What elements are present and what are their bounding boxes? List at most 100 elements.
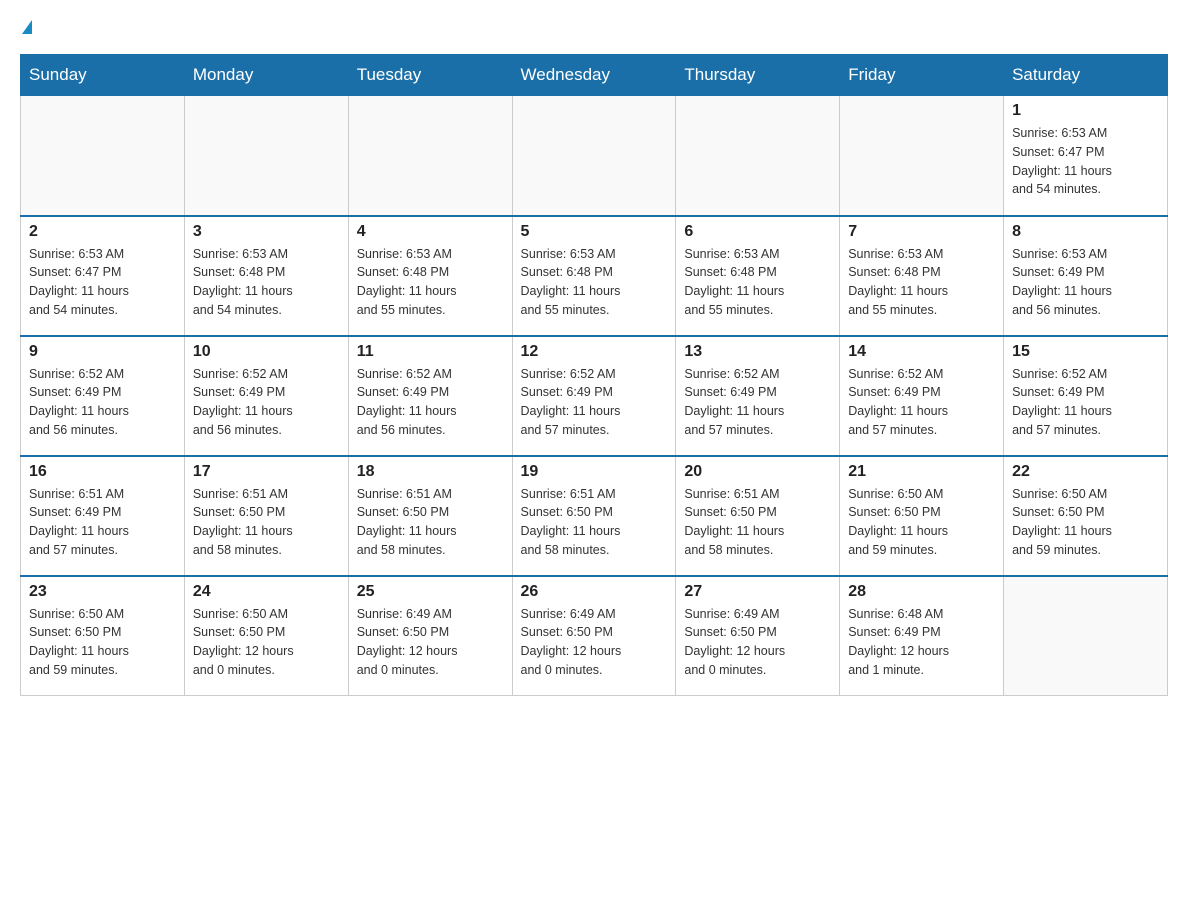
day-info: Sunrise: 6:53 AM Sunset: 6:48 PM Dayligh… [848, 245, 995, 320]
day-number: 1 [1012, 102, 1159, 120]
day-number: 18 [357, 463, 504, 481]
day-number: 23 [29, 583, 176, 601]
day-info: Sunrise: 6:51 AM Sunset: 6:50 PM Dayligh… [521, 485, 668, 560]
day-info: Sunrise: 6:52 AM Sunset: 6:49 PM Dayligh… [848, 365, 995, 440]
calendar-day-cell: 24 Sunrise: 6:50 AM Sunset: 6:50 PM Dayli… [184, 576, 348, 696]
day-info: Sunrise: 6:53 AM Sunset: 6:48 PM Dayligh… [357, 245, 504, 320]
calendar-day-cell: 16 Sunrise: 6:51 AM Sunset: 6:49 PM Dayli… [21, 456, 185, 576]
calendar-week-row: 1 Sunrise: 6:53 AM Sunset: 6:47 PM Daylig… [21, 96, 1168, 216]
day-of-week-header: Sunday [21, 55, 185, 96]
day-info: Sunrise: 6:53 AM Sunset: 6:48 PM Dayligh… [521, 245, 668, 320]
day-number: 21 [848, 463, 995, 481]
day-info: Sunrise: 6:52 AM Sunset: 6:49 PM Dayligh… [193, 365, 340, 440]
calendar-day-cell [348, 96, 512, 216]
calendar-day-cell: 18 Sunrise: 6:51 AM Sunset: 6:50 PM Dayli… [348, 456, 512, 576]
calendar-day-cell: 14 Sunrise: 6:52 AM Sunset: 6:49 PM Dayli… [840, 336, 1004, 456]
calendar-day-cell: 19 Sunrise: 6:51 AM Sunset: 6:50 PM Dayli… [512, 456, 676, 576]
day-number: 9 [29, 343, 176, 361]
day-info: Sunrise: 6:51 AM Sunset: 6:50 PM Dayligh… [684, 485, 831, 560]
calendar-day-cell [512, 96, 676, 216]
day-number: 14 [848, 343, 995, 361]
day-of-week-header: Saturday [1004, 55, 1168, 96]
day-number: 16 [29, 463, 176, 481]
calendar-week-row: 9 Sunrise: 6:52 AM Sunset: 6:49 PM Daylig… [21, 336, 1168, 456]
calendar-day-cell: 15 Sunrise: 6:52 AM Sunset: 6:49 PM Dayli… [1004, 336, 1168, 456]
calendar-day-cell [184, 96, 348, 216]
calendar-day-cell: 26Sunrise: 6:49 AM Sunset: 6:50 PM Dayli… [512, 576, 676, 696]
day-number: 24 [193, 583, 340, 601]
day-info: Sunrise: 6:52 AM Sunset: 6:49 PM Dayligh… [357, 365, 504, 440]
day-number: 10 [193, 343, 340, 361]
calendar-day-cell: 22 Sunrise: 6:50 AM Sunset: 6:50 PM Dayli… [1004, 456, 1168, 576]
calendar-day-cell: 10 Sunrise: 6:52 AM Sunset: 6:49 PM Dayli… [184, 336, 348, 456]
day-number: 20 [684, 463, 831, 481]
day-number: 15 [1012, 343, 1159, 361]
calendar-day-cell: 6Sunrise: 6:53 AM Sunset: 6:48 PM Daylig… [676, 216, 840, 336]
day-number: 12 [521, 343, 668, 361]
calendar-day-cell [676, 96, 840, 216]
day-number: 3 [193, 223, 340, 241]
calendar-day-cell: 23 Sunrise: 6:50 AM Sunset: 6:50 PM Dayli… [21, 576, 185, 696]
day-number: 27 [684, 583, 831, 601]
day-of-week-header: Friday [840, 55, 1004, 96]
page-header [20, 20, 1168, 34]
calendar-day-cell: 21 Sunrise: 6:50 AM Sunset: 6:50 PM Dayli… [840, 456, 1004, 576]
day-info: Sunrise: 6:51 AM Sunset: 6:50 PM Dayligh… [193, 485, 340, 560]
day-info: Sunrise: 6:50 AM Sunset: 6:50 PM Dayligh… [848, 485, 995, 560]
day-number: 2 [29, 223, 176, 241]
logo-triangle-icon [22, 20, 32, 34]
day-info: Sunrise: 6:53 AM Sunset: 6:49 PM Dayligh… [1012, 245, 1159, 320]
day-number: 13 [684, 343, 831, 361]
calendar-day-cell: 1 Sunrise: 6:53 AM Sunset: 6:47 PM Daylig… [1004, 96, 1168, 216]
calendar-day-cell: 27 Sunrise: 6:49 AM Sunset: 6:50 PM Dayli… [676, 576, 840, 696]
day-info: Sunrise: 6:50 AM Sunset: 6:50 PM Dayligh… [1012, 485, 1159, 560]
day-info: Sunrise: 6:53 AM Sunset: 6:48 PM Dayligh… [193, 245, 340, 320]
day-info: Sunrise: 6:52 AM Sunset: 6:49 PM Dayligh… [1012, 365, 1159, 440]
day-number: 5 [521, 223, 668, 241]
day-info: Sunrise: 6:50 AM Sunset: 6:50 PM Dayligh… [193, 605, 340, 680]
calendar-day-cell: 20 Sunrise: 6:51 AM Sunset: 6:50 PM Dayli… [676, 456, 840, 576]
calendar-day-cell: 13 Sunrise: 6:52 AM Sunset: 6:49 PM Dayli… [676, 336, 840, 456]
day-info: Sunrise: 6:53 AM Sunset: 6:47 PM Dayligh… [1012, 124, 1159, 199]
calendar-day-cell: 5 Sunrise: 6:53 AM Sunset: 6:48 PM Daylig… [512, 216, 676, 336]
calendar-day-cell [1004, 576, 1168, 696]
day-number: 8 [1012, 223, 1159, 241]
day-info: Sunrise: 6:52 AM Sunset: 6:49 PM Dayligh… [684, 365, 831, 440]
day-of-week-header: Wednesday [512, 55, 676, 96]
day-number: 19 [521, 463, 668, 481]
day-info: Sunrise: 6:52 AM Sunset: 6:49 PM Dayligh… [29, 365, 176, 440]
day-of-week-header: Thursday [676, 55, 840, 96]
calendar-day-cell: 28 Sunrise: 6:48 AM Sunset: 6:49 PM Dayli… [840, 576, 1004, 696]
day-number: 28 [848, 583, 995, 601]
day-info: Sunrise: 6:49 AM Sunset: 6:50 PM Dayligh… [357, 605, 504, 680]
day-info: Sunrise: 6:48 AM Sunset: 6:49 PM Dayligh… [848, 605, 995, 680]
day-of-week-header: Tuesday [348, 55, 512, 96]
day-number: 6 [684, 223, 831, 241]
calendar-day-cell: 17Sunrise: 6:51 AM Sunset: 6:50 PM Dayli… [184, 456, 348, 576]
day-info: Sunrise: 6:49 AM Sunset: 6:50 PM Dayligh… [521, 605, 668, 680]
calendar-week-row: 23 Sunrise: 6:50 AM Sunset: 6:50 PM Dayli… [21, 576, 1168, 696]
day-info: Sunrise: 6:51 AM Sunset: 6:49 PM Dayligh… [29, 485, 176, 560]
day-of-week-header: Monday [184, 55, 348, 96]
day-info: Sunrise: 6:51 AM Sunset: 6:50 PM Dayligh… [357, 485, 504, 560]
calendar-week-row: 16 Sunrise: 6:51 AM Sunset: 6:49 PM Dayli… [21, 456, 1168, 576]
day-info: Sunrise: 6:49 AM Sunset: 6:50 PM Dayligh… [684, 605, 831, 680]
day-number: 7 [848, 223, 995, 241]
calendar-day-cell: 3 Sunrise: 6:53 AM Sunset: 6:48 PM Daylig… [184, 216, 348, 336]
calendar-day-cell [840, 96, 1004, 216]
calendar-day-cell: 7 Sunrise: 6:53 AM Sunset: 6:48 PM Daylig… [840, 216, 1004, 336]
day-info: Sunrise: 6:50 AM Sunset: 6:50 PM Dayligh… [29, 605, 176, 680]
calendar-day-cell: 8 Sunrise: 6:53 AM Sunset: 6:49 PM Daylig… [1004, 216, 1168, 336]
calendar-day-cell: 25Sunrise: 6:49 AM Sunset: 6:50 PM Dayli… [348, 576, 512, 696]
calendar-table: SundayMondayTuesdayWednesdayThursdayFrid… [20, 54, 1168, 696]
day-number: 22 [1012, 463, 1159, 481]
day-number: 4 [357, 223, 504, 241]
logo [20, 20, 32, 34]
calendar-day-cell: 12Sunrise: 6:52 AM Sunset: 6:49 PM Dayli… [512, 336, 676, 456]
calendar-day-cell: 4 Sunrise: 6:53 AM Sunset: 6:48 PM Daylig… [348, 216, 512, 336]
calendar-week-row: 2 Sunrise: 6:53 AM Sunset: 6:47 PM Daylig… [21, 216, 1168, 336]
calendar-day-cell: 9 Sunrise: 6:52 AM Sunset: 6:49 PM Daylig… [21, 336, 185, 456]
calendar-day-cell: 11Sunrise: 6:52 AM Sunset: 6:49 PM Dayli… [348, 336, 512, 456]
day-info: Sunrise: 6:53 AM Sunset: 6:47 PM Dayligh… [29, 245, 176, 320]
calendar-day-cell: 2 Sunrise: 6:53 AM Sunset: 6:47 PM Daylig… [21, 216, 185, 336]
